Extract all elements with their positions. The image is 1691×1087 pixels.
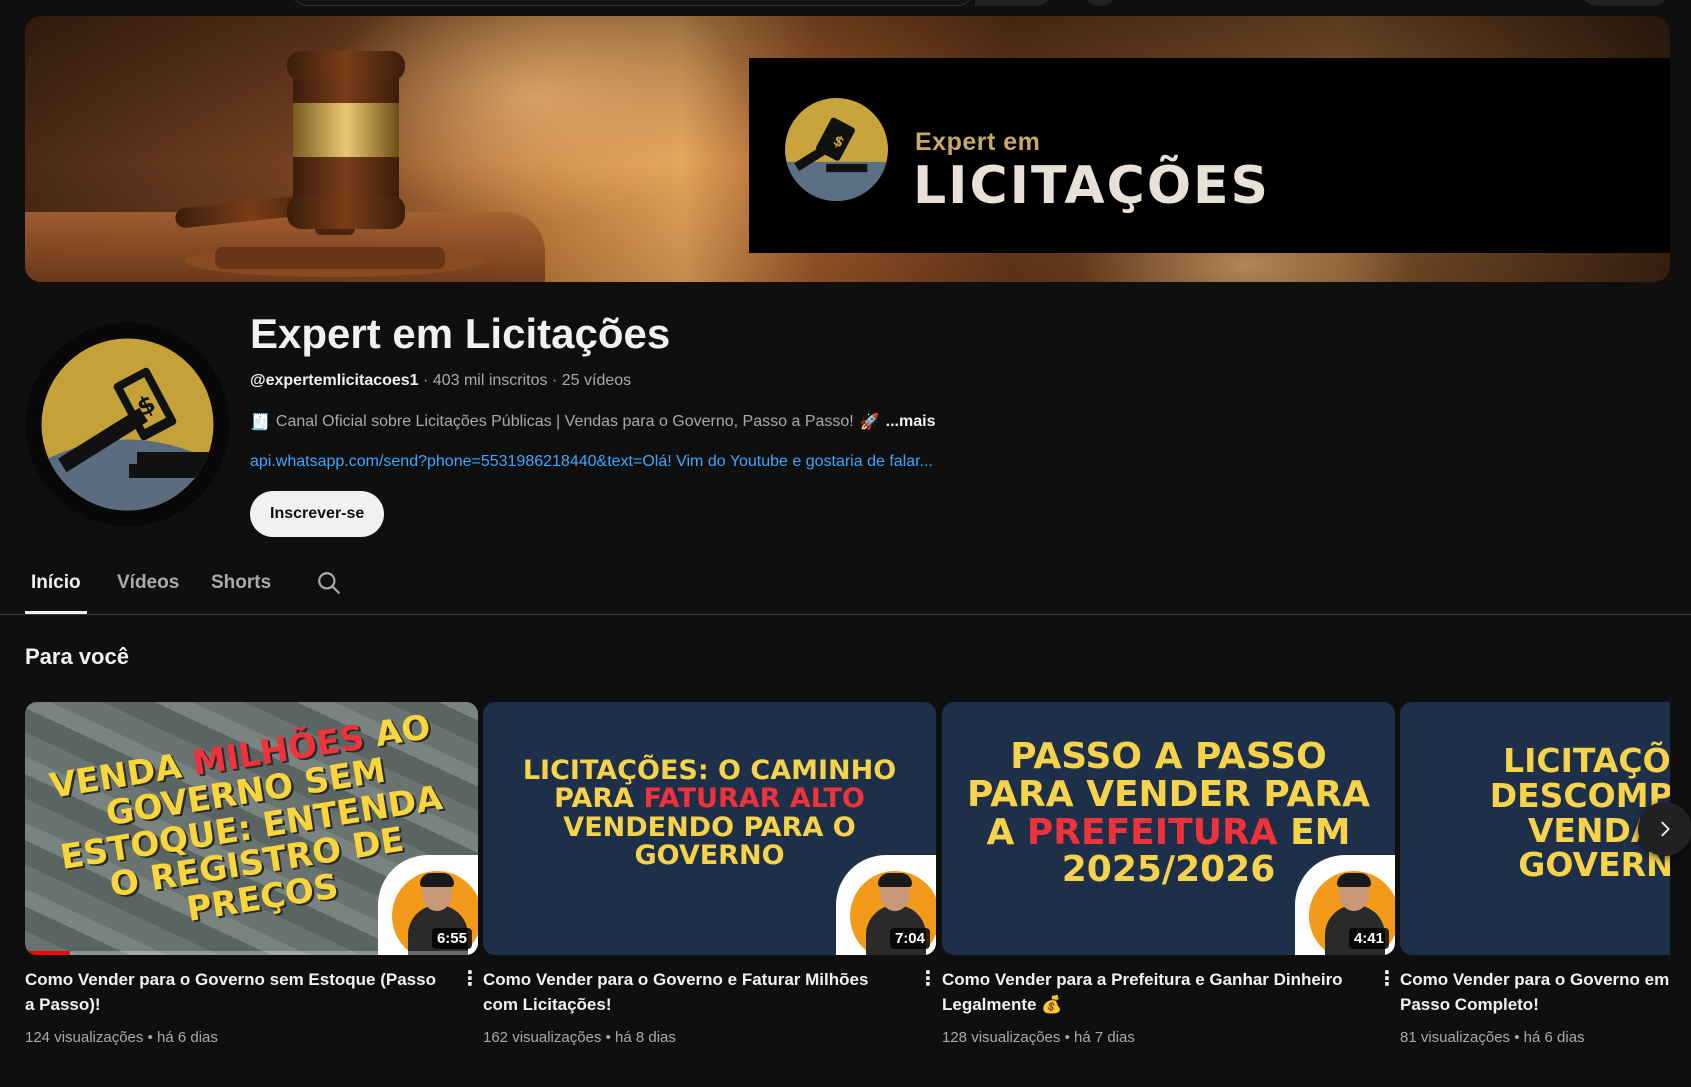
video-card[interactable]: VENDA MILHÕES AO GOVERNO SEM ESTOQUE: EN… <box>25 702 480 1046</box>
upload-age: há 7 dias <box>1074 1029 1135 1046</box>
channel-description[interactable]: 🧾 Canal Oficial sobre Licitações Pública… <box>250 412 935 432</box>
meta-separator: · <box>551 372 558 389</box>
video-title[interactable]: Como Vender para o Governo e Faturar Mil… <box>483 967 938 1017</box>
meta-separator: • <box>605 1029 611 1046</box>
meta-separator: • <box>1064 1029 1070 1046</box>
description-text: Canal Oficial sobre Licitações Públicas … <box>275 413 854 430</box>
meta-separator: • <box>147 1029 153 1046</box>
view-count: 128 visualizações <box>942 1029 1061 1046</box>
gavel-icon <box>175 51 485 277</box>
video-thumbnail[interactable]: VENDA MILHÕES AO GOVERNO SEM ESTOQUE: EN… <box>25 702 478 955</box>
channel-title: Expert em Licitações <box>250 310 671 357</box>
video-thumbnail[interactable]: PASSO A PASSO PARA VENDER PARA A PREFEIT… <box>942 702 1395 955</box>
more-vert-icon[interactable]: ⋮ <box>918 967 938 992</box>
watch-progress <box>25 951 478 955</box>
avatar-logo-icon: $ <box>25 322 230 527</box>
subscribe-button[interactable]: Inscrever-se <box>250 491 385 537</box>
video-duration: 4:41 <box>1348 928 1389 949</box>
view-count: 162 visualizações <box>483 1029 602 1046</box>
meta-separator: • <box>1514 1029 1520 1046</box>
video-meta: 162 visualizações • há 8 dias <box>483 1029 936 1046</box>
video-title[interactable]: Como Vender para a Prefeitura e Ganhar D… <box>942 967 1397 1017</box>
rocket-icon: 🚀 <box>859 414 880 431</box>
tab-inicio[interactable]: Início <box>31 572 81 594</box>
upload-age: há 6 dias <box>157 1029 218 1046</box>
thumbnail-text: LICITAÇÕES DESCOMPLIC VENDA P GOVERNO <box>1489 741 1670 885</box>
video-meta: 128 visualizações • há 7 dias <box>942 1029 1395 1046</box>
video-meta: 124 visualizações • há 6 dias <box>25 1029 478 1046</box>
upload-age: há 8 dias <box>615 1029 676 1046</box>
receipt-icon: 🧾 <box>250 414 270 431</box>
view-count: 124 visualizações <box>25 1029 144 1046</box>
search-icon[interactable] <box>316 570 342 596</box>
video-thumbnail[interactable]: LICITAÇÕES: O CAMINHO PARA FATURAR ALTO … <box>483 702 936 955</box>
channel-avatar[interactable]: $ <box>25 322 230 527</box>
video-count: 25 vídeos <box>561 372 632 389</box>
channel-meta: @expertemlicitacoes1 · 403 mil inscritos… <box>250 372 631 390</box>
video-card[interactable]: PASSO A PASSO PARA VENDER PARA A PREFEIT… <box>942 702 1397 1046</box>
more-button[interactable]: ...mais <box>886 413 936 431</box>
channel-tabs: Início Vídeos Shorts <box>0 560 1691 615</box>
create-button[interactable] <box>1580 0 1670 6</box>
meta-separator: · <box>423 372 429 389</box>
more-vert-icon[interactable]: ⋮ <box>460 967 480 992</box>
video-card[interactable]: LICITAÇÕES DESCOMPLIC VENDA P GOVERNO Co… <box>1400 702 1670 1046</box>
banner-brand-small: Expert em <box>915 128 1041 156</box>
video-title[interactable]: Como Vender para o Governo sem Estoque (… <box>25 967 480 1017</box>
video-card[interactable]: LICITAÇÕES: O CAMINHO PARA FATURAR ALTO … <box>483 702 938 1046</box>
carousel-next-button[interactable] <box>1638 802 1691 856</box>
view-count: 81 visualizações <box>1400 1029 1511 1046</box>
subscriber-count: 403 mil inscritos <box>432 372 548 389</box>
video-meta: 81 visualizações • há 6 dias <box>1400 1029 1670 1046</box>
channel-banner: $ Expert em LICITAÇÕES <box>25 16 1670 282</box>
whatsapp-link[interactable]: api.whatsapp.com/send?phone=553198621844… <box>250 453 933 471</box>
tab-videos[interactable]: Vídeos <box>117 572 179 594</box>
voice-search-button[interactable] <box>1082 0 1118 6</box>
channel-handle: @expertemlicitacoes1 <box>250 372 419 389</box>
top-bar <box>0 0 1691 8</box>
more-vert-icon[interactable]: ⋮ <box>1377 967 1397 992</box>
search-box[interactable] <box>290 0 975 6</box>
brand-logo-icon: $ <box>785 98 888 201</box>
search-button[interactable] <box>975 0 1053 6</box>
active-tab-indicator <box>25 611 87 614</box>
video-duration: 7:04 <box>889 928 930 949</box>
video-title[interactable]: Como Vender para o Governo em Passo Comp… <box>1400 967 1670 1017</box>
video-thumbnail[interactable]: LICITAÇÕES DESCOMPLIC VENDA P GOVERNO <box>1400 702 1670 955</box>
upload-age: há 6 dias <box>1523 1029 1585 1046</box>
banner-brand-big: LICITAÇÕES <box>913 156 1271 216</box>
chevron-right-icon <box>1661 821 1670 837</box>
video-duration: 6:55 <box>431 928 472 949</box>
section-title: Para você <box>25 644 129 669</box>
tab-shorts[interactable]: Shorts <box>211 572 271 594</box>
